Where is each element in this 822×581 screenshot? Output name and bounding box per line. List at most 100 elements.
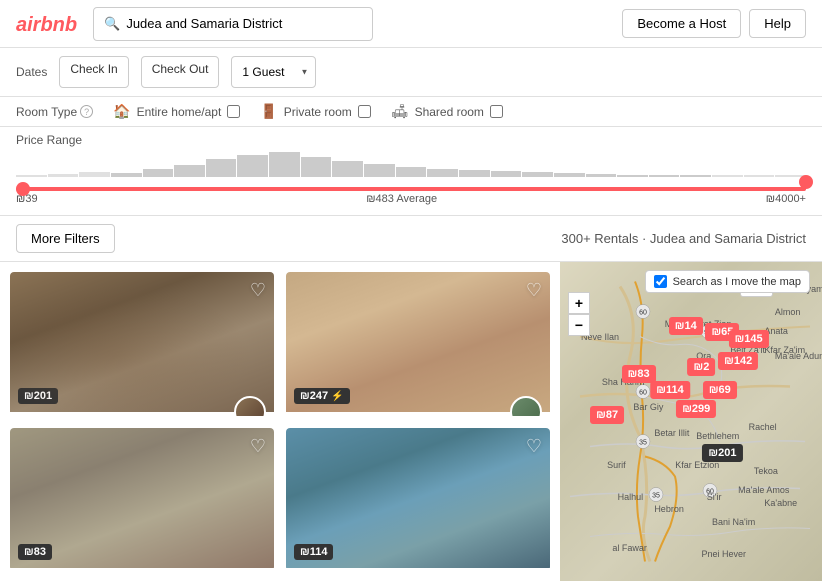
listing-favorite-button[interactable]: ♡ bbox=[250, 280, 266, 301]
entire-home-label: Entire home/apt bbox=[137, 105, 222, 119]
private-room-checkbox[interactable] bbox=[358, 105, 371, 118]
filters-row: Dates Check In Check Out 1 Guest 2 Guest… bbox=[0, 48, 822, 97]
shared-room-label: Shared room bbox=[415, 105, 484, 119]
entire-home-checkbox[interactable] bbox=[227, 105, 240, 118]
histogram-bar bbox=[332, 161, 363, 177]
help-button[interactable]: Help bbox=[749, 9, 806, 38]
listing-price-badge: ₪114 bbox=[294, 544, 333, 560]
histogram-bar bbox=[364, 164, 395, 177]
histogram-bar bbox=[16, 175, 47, 177]
price-track bbox=[16, 187, 806, 191]
check-out-input[interactable]: Check Out bbox=[141, 56, 220, 88]
listing-card[interactable]: ₪83 ♡ Stone Arch RoomPrivate room bbox=[10, 428, 274, 572]
map-price-marker[interactable]: ₪142 bbox=[718, 352, 758, 370]
histogram-bar bbox=[111, 173, 142, 177]
histogram-bar bbox=[143, 169, 174, 177]
entire-home-option[interactable]: 🏠 Entire home/apt bbox=[113, 103, 240, 120]
listing-card[interactable]: ₪114 ♡ Old City CourtyardEntire home/apt bbox=[286, 428, 550, 572]
histogram-bar bbox=[459, 170, 490, 177]
price-histogram bbox=[16, 152, 806, 177]
become-host-button[interactable]: Become a Host bbox=[622, 9, 741, 38]
map-search-toggle[interactable]: Search as I move the map bbox=[645, 270, 810, 293]
price-range-row: Price Range ₪39 ₪483 Average ₪4000+ bbox=[0, 127, 822, 216]
histogram-bar bbox=[491, 171, 522, 177]
dates-label: Dates bbox=[16, 65, 47, 79]
svg-text:35: 35 bbox=[652, 493, 660, 500]
shared-room-checkbox[interactable] bbox=[490, 105, 503, 118]
price-fill bbox=[16, 187, 806, 191]
header-actions: Become a Host Help bbox=[622, 9, 806, 38]
listing-favorite-button[interactable]: ♡ bbox=[250, 436, 266, 457]
search-as-move-label: Search as I move the map bbox=[673, 276, 801, 288]
map-price-marker[interactable]: ₪83 bbox=[622, 365, 656, 383]
private-room-label: Private room bbox=[284, 105, 352, 119]
zoom-in-button[interactable]: + bbox=[568, 292, 590, 314]
listing-info: Stone Arch RoomPrivate room bbox=[10, 568, 274, 572]
listing-image: ₪83 ♡ bbox=[10, 428, 274, 568]
price-range-label: Price Range bbox=[16, 133, 806, 147]
check-in-input[interactable]: Check In bbox=[59, 56, 128, 88]
logo: airbnb bbox=[16, 11, 77, 37]
room-type-row: Room Type ? 🏠 Entire home/apt 🚪 Private … bbox=[0, 97, 822, 127]
histogram-bar bbox=[427, 169, 458, 177]
svg-text:60: 60 bbox=[706, 489, 714, 496]
map-price-marker[interactable]: ₪201 bbox=[702, 444, 742, 462]
price-labels: ₪39 ₪483 Average ₪4000+ bbox=[16, 193, 806, 205]
histogram-bar bbox=[712, 175, 743, 177]
map-panel[interactable]: 60 90 60 356 35 35 60 al-RamGeva Binyami… bbox=[560, 262, 822, 581]
listing-favorite-button[interactable]: ♡ bbox=[526, 280, 542, 301]
search-input[interactable] bbox=[126, 16, 362, 31]
listing-host-avatar bbox=[510, 396, 542, 416]
listing-card[interactable]: ₪247 ⚡♡Charming 100 Year Old Village H..… bbox=[286, 272, 550, 416]
map-price-marker[interactable]: ₪299 bbox=[676, 400, 716, 418]
map-price-marker[interactable]: ₪14 bbox=[669, 317, 703, 335]
home-icon: 🏠 bbox=[113, 103, 130, 120]
listing-image: ₪114 ♡ bbox=[286, 428, 550, 568]
svg-text:35: 35 bbox=[639, 440, 647, 447]
map-price-marker[interactable]: ₪114 bbox=[650, 381, 689, 399]
map-price-marker[interactable]: ₪69 bbox=[703, 381, 737, 399]
listing-card[interactable]: ₪201♡Bethlehem Cave ** Two PersonsPrivat… bbox=[10, 272, 274, 416]
search-bar[interactable]: 🔍 bbox=[93, 7, 373, 41]
histogram-bar bbox=[680, 175, 711, 177]
zoom-out-button[interactable]: − bbox=[568, 314, 590, 336]
map-price-marker[interactable]: ₪145 bbox=[729, 330, 769, 348]
private-room-option[interactable]: 🚪 Private room bbox=[260, 103, 370, 120]
histogram-bar bbox=[269, 152, 300, 177]
svg-text:60: 60 bbox=[639, 390, 647, 397]
main-content: ₪201♡Bethlehem Cave ** Two PersonsPrivat… bbox=[0, 262, 822, 581]
listing-info: Old City CourtyardEntire home/apt bbox=[286, 568, 550, 572]
listing-price-badge: ₪201 bbox=[18, 388, 58, 404]
listing-host-avatar bbox=[234, 396, 266, 416]
shared-room-option[interactable]: 🛋 Shared room bbox=[391, 103, 503, 120]
histogram-bar bbox=[522, 172, 553, 177]
histogram-bar bbox=[237, 155, 268, 177]
room-type-label: Room Type ? bbox=[16, 105, 93, 119]
price-slider-container bbox=[16, 151, 806, 191]
more-filters-button[interactable]: More Filters bbox=[16, 224, 115, 253]
histogram-bar bbox=[301, 157, 332, 177]
map-background: 60 90 60 356 35 35 60 al-RamGeva Binyami… bbox=[560, 262, 822, 581]
histogram-bar bbox=[617, 175, 648, 177]
price-max-label: ₪4000+ bbox=[766, 193, 806, 205]
guests-select-wrap: 1 Guest 2 Guests 3 Guests bbox=[231, 56, 316, 88]
listing-price-badge: ₪83 bbox=[18, 544, 52, 560]
map-price-marker[interactable]: ₪87 bbox=[590, 406, 624, 424]
header: airbnb 🔍 Become a Host Help bbox=[0, 0, 822, 48]
guests-select[interactable]: 1 Guest 2 Guests 3 Guests bbox=[231, 56, 316, 88]
search-icon: 🔍 bbox=[104, 16, 120, 32]
histogram-bar bbox=[48, 174, 79, 177]
couch-icon: 🛋 bbox=[391, 103, 409, 120]
more-filters-row: More Filters 300+ Rentals · Judea and Sa… bbox=[0, 216, 822, 262]
listing-image: ₪201 ♡ bbox=[10, 272, 274, 412]
search-as-move-checkbox[interactable] bbox=[654, 275, 667, 288]
price-max-thumb[interactable] bbox=[799, 175, 813, 189]
price-min-thumb[interactable] bbox=[16, 182, 30, 196]
listing-favorite-button[interactable]: ♡ bbox=[526, 436, 542, 457]
histogram-bar bbox=[206, 159, 237, 177]
histogram-bar bbox=[174, 165, 205, 177]
map-price-marker[interactable]: ₪2 bbox=[688, 358, 716, 376]
histogram-bar bbox=[396, 167, 427, 177]
histogram-bar bbox=[79, 172, 110, 177]
histogram-bar bbox=[554, 173, 585, 177]
